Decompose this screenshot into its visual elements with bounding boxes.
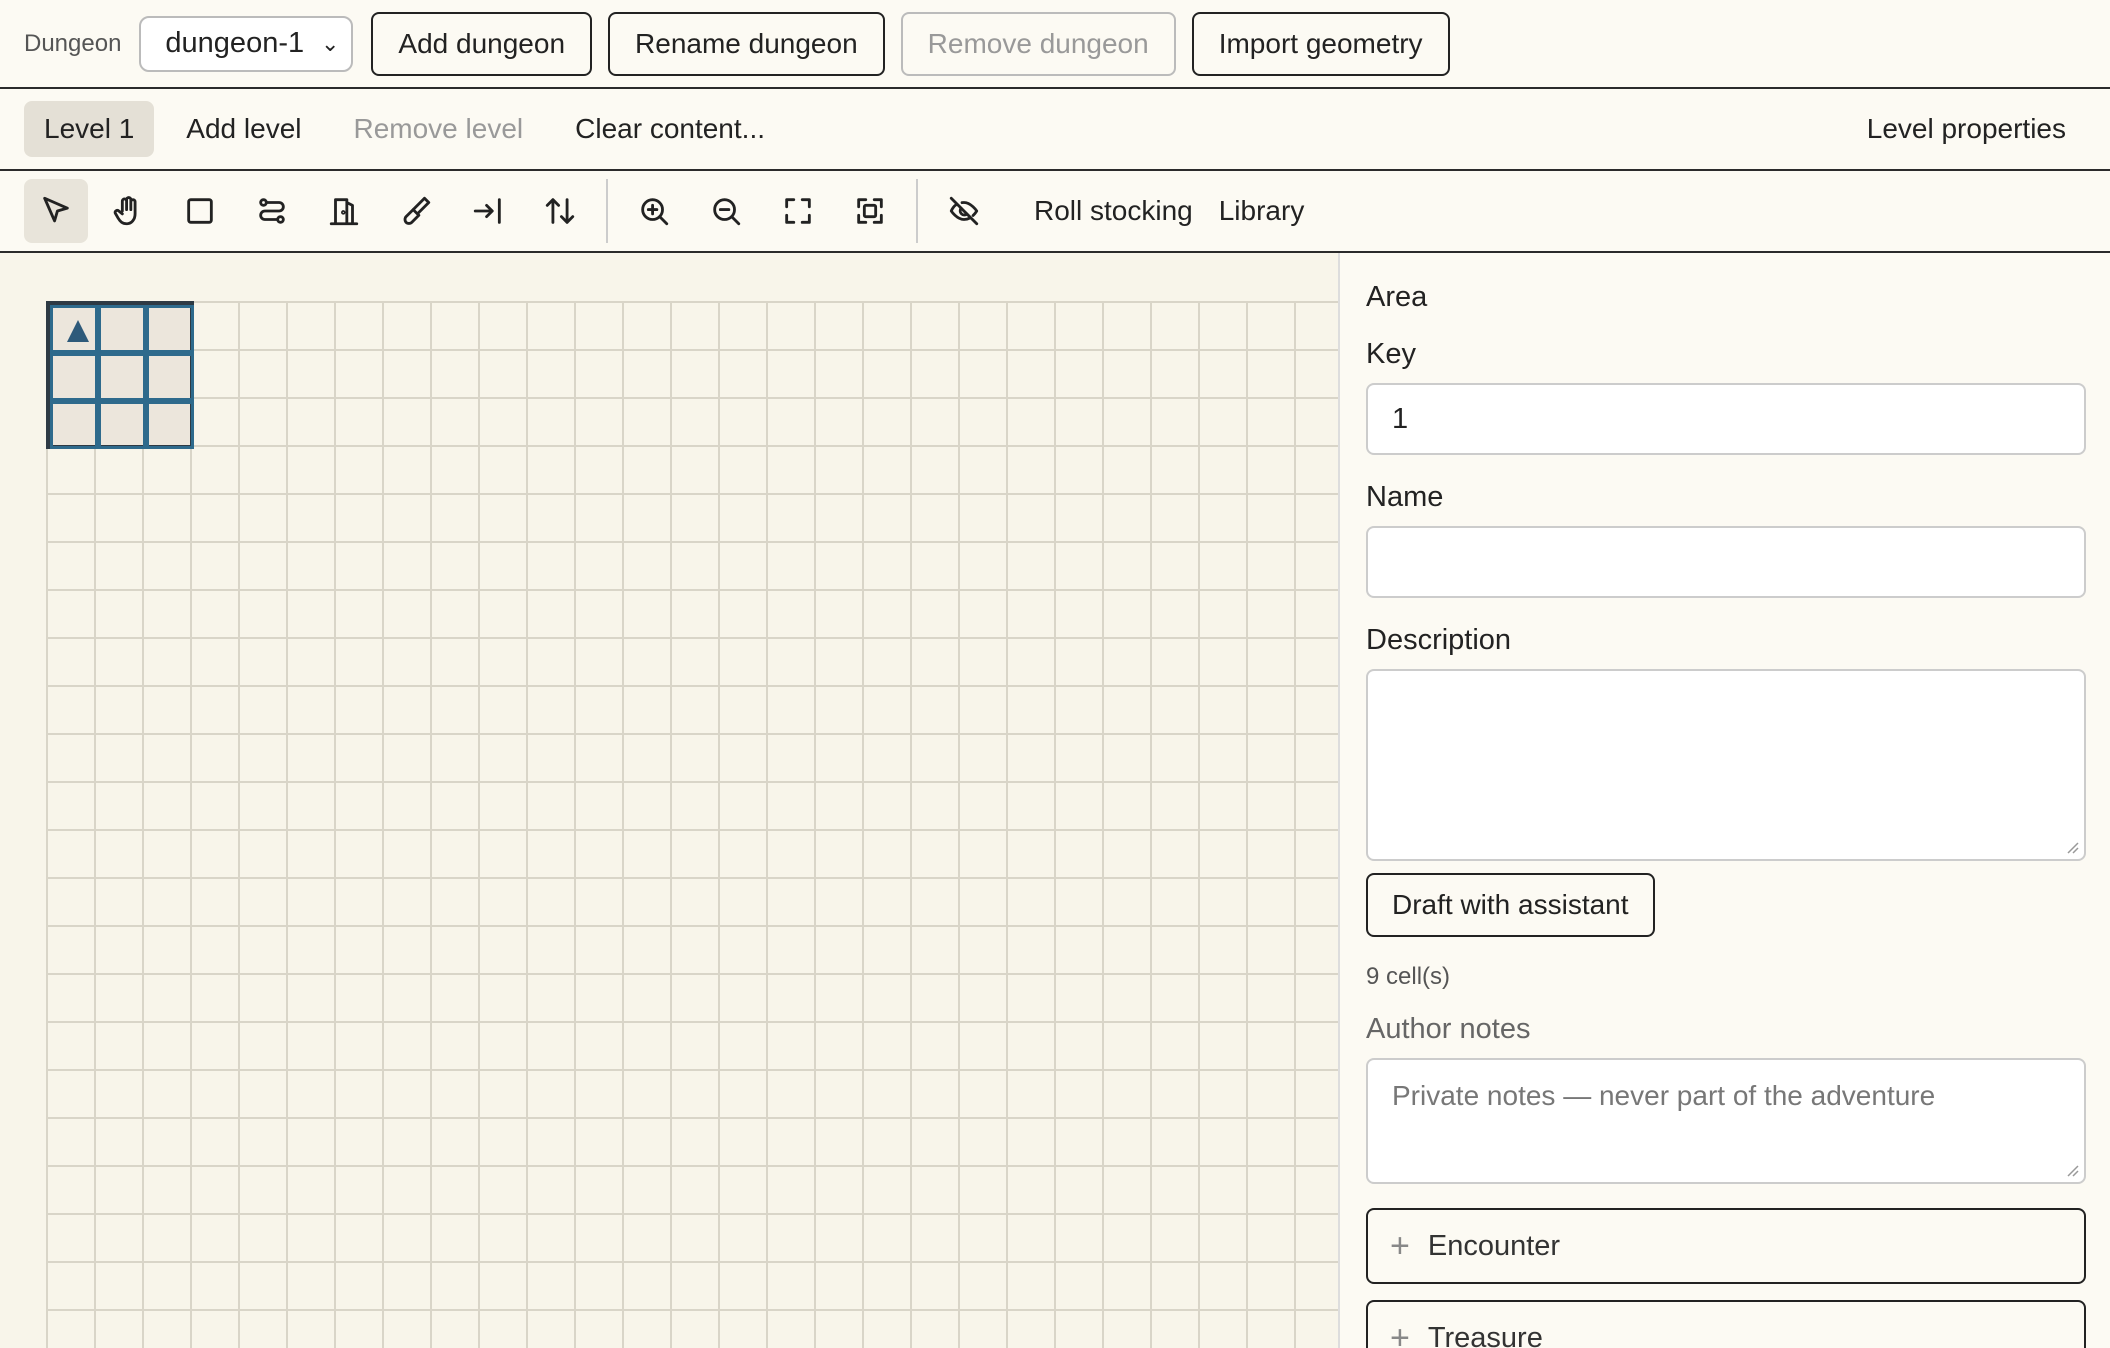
stairs-marker-icon[interactable] xyxy=(67,320,89,342)
name-label: Name xyxy=(1366,481,1444,513)
fit-view-icon xyxy=(785,198,811,224)
toolbar-divider xyxy=(606,179,608,243)
encounter-section[interactable]: + Encounter xyxy=(1366,1208,2086,1284)
panel-title: Area xyxy=(1366,281,1428,313)
door-icon xyxy=(329,198,359,226)
area-properties-panel: Area Key 1 Name Description Draft with a… xyxy=(1342,253,2110,1348)
door-tool-button[interactable] xyxy=(312,179,376,243)
zoom-in-button[interactable] xyxy=(622,179,686,243)
author-notes-placeholder: Private notes — never part of the advent… xyxy=(1392,1080,1936,1111)
cell-count: 9 cell(s) xyxy=(1366,963,1451,990)
zoom-out-button[interactable] xyxy=(694,179,758,243)
zoom-out-icon xyxy=(713,198,741,226)
paint-tool-button[interactable] xyxy=(384,179,448,243)
zoom-in-icon xyxy=(641,198,669,226)
rename-dungeon-button[interactable]: Rename dungeon xyxy=(608,11,885,76)
corridor-icon xyxy=(259,198,285,224)
author-notes-field[interactable]: Private notes — never part of the advent… xyxy=(1366,1058,2086,1184)
remove-dungeon-button[interactable]: Remove dungeon xyxy=(900,11,1176,76)
roll-stocking-button[interactable]: Roll stocking xyxy=(1034,195,1193,227)
dungeon-bar: Dungeon dungeon-1 ⌄ Add dungeon Rename d… xyxy=(0,0,2110,89)
clear-content-button[interactable]: Clear content... xyxy=(555,101,785,157)
remove-level-button[interactable]: Remove level xyxy=(333,101,543,157)
map-canvas[interactable] xyxy=(0,253,1340,1348)
resize-handle-icon[interactable] xyxy=(2064,1162,2080,1178)
toolbar-divider xyxy=(916,179,918,243)
stairs-icon xyxy=(545,198,575,224)
room-cell[interactable] xyxy=(98,305,146,353)
room-cell[interactable] xyxy=(50,401,98,449)
add-dungeon-button[interactable]: Add dungeon xyxy=(371,11,593,76)
room-cell[interactable] xyxy=(50,305,98,353)
fit-view-button[interactable] xyxy=(766,179,830,243)
stairs-tool-button[interactable] xyxy=(528,179,592,243)
room-cell[interactable] xyxy=(98,353,146,401)
add-level-button[interactable]: Add level xyxy=(166,101,321,157)
selected-room[interactable] xyxy=(46,301,194,449)
entrance-tool-button[interactable] xyxy=(456,179,520,243)
room-cell[interactable] xyxy=(146,305,194,353)
tab-level-1[interactable]: Level 1 xyxy=(24,101,155,157)
entrance-icon xyxy=(473,198,501,224)
paint-brush-icon xyxy=(403,196,431,225)
corridor-tool-button[interactable] xyxy=(240,179,304,243)
chevron-down-icon: ⌄ xyxy=(320,30,340,56)
map-grid[interactable] xyxy=(46,301,1338,1348)
level-bar: Level 1 Add level Remove level Clear con… xyxy=(0,89,2110,171)
select-tool-button[interactable] xyxy=(24,179,88,243)
room-cell[interactable] xyxy=(50,353,98,401)
library-button[interactable]: Library xyxy=(1219,195,1305,227)
draft-with-assistant-button[interactable]: Draft with assistant xyxy=(1366,873,1655,937)
room-tool-button[interactable] xyxy=(168,179,232,243)
room-rect-icon xyxy=(187,198,213,224)
room-cell[interactable] xyxy=(98,401,146,449)
focus-selection-button[interactable] xyxy=(838,179,902,243)
dungeon-select[interactable]: dungeon-1 ⌄ xyxy=(139,15,354,72)
pan-hand-icon xyxy=(113,196,137,226)
eye-off-icon xyxy=(949,196,979,226)
room-cell[interactable] xyxy=(146,353,194,401)
plus-icon: + xyxy=(1390,1318,1410,1348)
editor-toolbar: Roll stocking Library xyxy=(0,171,2110,253)
toggle-visibility-button[interactable] xyxy=(932,179,996,243)
treasure-section-label: Treasure xyxy=(1427,1321,1543,1348)
resize-handle-icon[interactable] xyxy=(2064,839,2080,855)
import-geometry-button[interactable]: Import geometry xyxy=(1191,11,1450,76)
key-label: Key xyxy=(1366,338,1416,370)
select-icon xyxy=(43,196,69,223)
encounter-section-label: Encounter xyxy=(1427,1229,1561,1262)
treasure-section[interactable]: + Treasure xyxy=(1366,1300,2086,1348)
dungeon-select-value: dungeon-1 xyxy=(165,27,305,59)
room-cell[interactable] xyxy=(146,401,194,449)
key-field[interactable]: 1 xyxy=(1366,383,2086,455)
plus-icon: + xyxy=(1390,1226,1410,1265)
focus-selection-icon xyxy=(857,198,883,224)
author-notes-label: Author notes xyxy=(1366,1013,1531,1045)
description-label: Description xyxy=(1366,624,1512,656)
pan-tool-button[interactable] xyxy=(96,179,160,243)
name-field[interactable] xyxy=(1366,526,2086,598)
description-field[interactable] xyxy=(1366,669,2086,861)
level-properties-button[interactable]: Level properties xyxy=(1847,101,2086,157)
dungeon-label: Dungeon xyxy=(24,29,122,57)
